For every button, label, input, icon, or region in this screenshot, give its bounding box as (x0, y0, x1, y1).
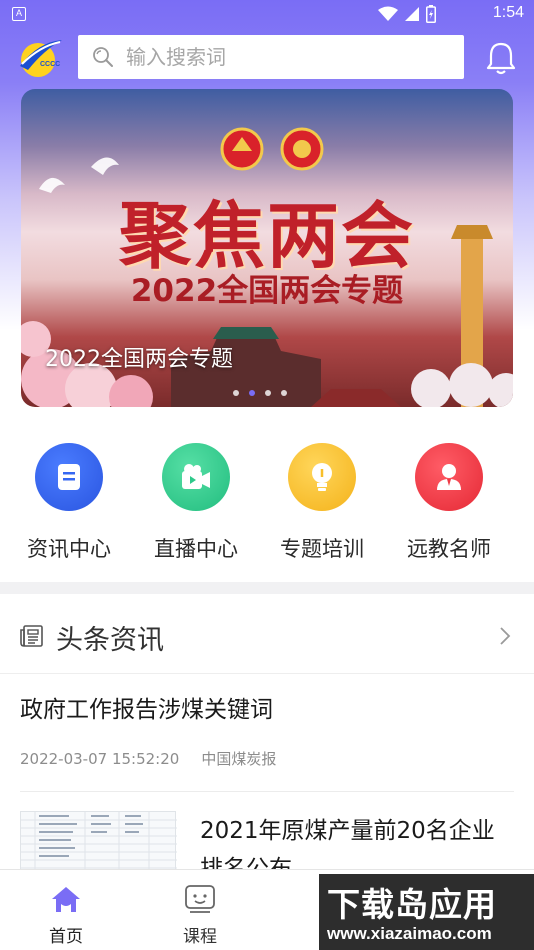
category-live-center[interactable]: 直播中心 (133, 440, 259, 563)
news-item[interactable]: 政府工作报告涉煤关键词 2022-03-07 15:52:20 中国煤炭报 (20, 690, 514, 792)
section-title: 头条资讯 (56, 625, 164, 656)
news-title: 2021年原煤产量前20名企业排名公布 (200, 818, 495, 870)
carousel-dot[interactable] (265, 390, 271, 396)
news-meta: 2022-03-07 15:52:20 中国煤炭报 (20, 748, 276, 769)
search-icon (93, 47, 113, 67)
search-bar[interactable] (78, 35, 464, 79)
category-label: 资讯中心 (27, 537, 111, 561)
carousel-dot[interactable] (233, 390, 239, 396)
tab-label: 首页 (49, 927, 83, 947)
watermark-url: www.xiazaimao.com (327, 924, 492, 943)
lightbulb-icon (288, 443, 356, 511)
carousel-indicator (233, 390, 287, 396)
notification-icon: A (12, 7, 26, 21)
category-topic-training[interactable]: 专题培训 (259, 440, 385, 563)
banner-caption: 2022全国两会专题 (45, 347, 233, 372)
bell-icon[interactable] (485, 40, 517, 76)
status-icons (378, 5, 436, 23)
banner-carousel[interactable]: 聚焦两会 2022全国两会专题 2022全国两会专题 (21, 89, 513, 407)
carousel-dot[interactable] (281, 390, 287, 396)
battery-icon (426, 5, 436, 23)
tab-home[interactable]: 首页 (26, 884, 106, 947)
signal-icon (405, 7, 419, 21)
tab-course[interactable]: 课程 (160, 884, 240, 947)
app-logo: CCCC (16, 36, 64, 80)
category-label: 直播中心 (154, 537, 238, 561)
tab-label: 课程 (183, 927, 217, 947)
category-label: 远教名师 (407, 537, 491, 561)
logo-text: CCCC (40, 61, 60, 68)
category-grid: 资讯中心 直播中心 专题培训 远教名师 (0, 440, 534, 570)
teacher-icon (415, 443, 483, 511)
video-camera-icon (162, 443, 230, 511)
watermark-text: 下载岛应用 (327, 885, 497, 924)
category-label: 专题培训 (280, 537, 364, 561)
status-bar: A 1:54 (0, 0, 534, 28)
clock: 1:54 (492, 4, 524, 21)
news-source: 中国煤炭报 (201, 750, 277, 768)
category-news-center[interactable]: 资讯中心 (6, 440, 132, 563)
carousel-dot-active[interactable] (249, 390, 255, 396)
news-time: 2022-03-07 15:52:20 (20, 750, 180, 768)
headline-news-header[interactable]: 头条资讯 (0, 600, 534, 674)
course-icon (185, 885, 215, 913)
home-icon (52, 887, 80, 912)
wifi-icon (378, 6, 398, 21)
banner-subtitle: 2022全国两会专题 (130, 273, 404, 309)
newspaper-icon (20, 625, 43, 647)
news-title: 政府工作报告涉煤关键词 (20, 697, 273, 723)
section-divider (0, 582, 534, 594)
chevron-right-icon[interactable] (498, 626, 512, 646)
news-thumbnail (20, 811, 177, 870)
category-famous-teachers[interactable]: 远教名师 (386, 440, 512, 563)
document-icon (35, 443, 103, 511)
search-input[interactable] (126, 45, 426, 69)
watermark: 下载岛应用 www.xiazaimao.com (319, 874, 534, 950)
news-item[interactable]: 2021年原煤产量前20名企业排名公布 (20, 808, 514, 870)
